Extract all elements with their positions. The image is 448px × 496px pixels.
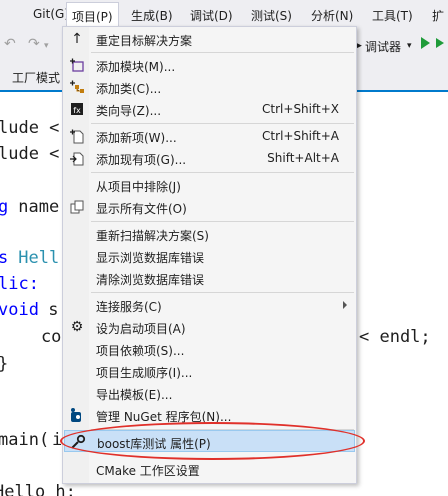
- code-hello-decl: Hello h;: [0, 482, 76, 496]
- menu-item-label: 重新扫描解决方案(S): [96, 229, 209, 243]
- show-all-files-icon: [69, 199, 85, 215]
- menu-analyze[interactable]: 分析(N): [311, 7, 353, 24]
- add-module-icon: [69, 57, 85, 73]
- menu-item-label: 添加现有项(G)...: [96, 153, 187, 167]
- menu-item-label: 重定目标解决方案: [96, 34, 193, 48]
- code-keyword-void: void: [0, 300, 39, 320]
- menu-item-clear-browse-db-errors[interactable]: 清除浏览数据库错误: [64, 267, 355, 289]
- code-keyword-public: lic:: [0, 274, 39, 294]
- menu-item-show-all-files[interactable]: 显示所有文件(O): [64, 196, 355, 218]
- menu-item-label: 设为启动项目(A): [96, 322, 186, 336]
- code-keyword-class: s: [0, 248, 9, 268]
- menu-item-project-dependencies[interactable]: 项目依赖项(S)...: [64, 338, 355, 360]
- menu-item-add-new-item[interactable]: 添加新项(W)... Ctrl+Shift+A: [64, 125, 355, 147]
- menu-item-retarget-solution[interactable]: ↑ 重定目标解决方案: [64, 28, 355, 50]
- menu-item-add-module[interactable]: 添加模块(M)...: [64, 54, 355, 76]
- menu-item-label: 类向导(Z)...: [96, 104, 162, 118]
- add-class-icon: [69, 79, 85, 95]
- menu-item-label: 添加新项(W)...: [96, 131, 177, 145]
- tab-factory-pattern[interactable]: 工厂模式: [12, 69, 60, 86]
- menu-item-shortcut: Shift+Alt+A: [267, 151, 339, 165]
- red-highlight-ellipse: [60, 422, 365, 460]
- up-arrow-icon: ↑: [71, 31, 83, 47]
- code-line-include-2: lude <: [0, 144, 60, 164]
- redo-icon[interactable]: ↷: [28, 36, 40, 52]
- menu-item-shortcut: Ctrl+Shift+X: [262, 102, 339, 116]
- menu-item-label: 连接服务(C): [96, 300, 162, 314]
- menu-item-label: 项目依赖项(S)...: [96, 344, 185, 358]
- code-cout: co: [0, 327, 62, 347]
- menu-item-project-build-order[interactable]: 项目生成顺序(I)...: [64, 360, 355, 382]
- code-class-name: Hell: [8, 248, 60, 268]
- code-line-include-1: lude <: [0, 118, 60, 138]
- undo-icon[interactable]: ↶: [4, 36, 16, 52]
- menu-separator: [91, 172, 354, 173]
- code-brace: }: [0, 354, 8, 374]
- menu-item-export-template[interactable]: 导出模板(E)...: [64, 382, 355, 404]
- menu-tools[interactable]: 工具(T): [372, 7, 413, 24]
- add-existing-item-icon: [69, 150, 85, 166]
- start-without-debugging-icon[interactable]: [436, 38, 444, 48]
- code-endl: < endl;: [359, 327, 431, 347]
- menu-item-exclude-from-project[interactable]: 从项目中排除(J): [64, 174, 355, 196]
- menu-item-label: 添加类(C)...: [96, 82, 162, 96]
- menu-separator: [91, 292, 354, 293]
- debugger-label[interactable]: 调试器: [365, 38, 401, 55]
- menu-item-cmake-workspace-settings[interactable]: CMake 工作区设置: [64, 458, 355, 480]
- menu-item-add-existing-item[interactable]: 添加现有项(G)... Shift+Alt+A: [64, 147, 355, 169]
- code-main: main(: [0, 430, 50, 450]
- submenu-arrow-icon: [343, 301, 347, 309]
- menu-item-label: 添加模块(M)...: [96, 60, 176, 74]
- debugger-dropdown-icon[interactable]: ▾: [407, 41, 412, 51]
- nuget-icon: [69, 407, 85, 423]
- menu-build[interactable]: 生成(B): [131, 7, 173, 24]
- menu-item-set-startup-project[interactable]: ⚙ 设为启动项目(A): [64, 316, 355, 338]
- menu-item-label: 导出模板(E)...: [96, 388, 173, 402]
- project-menu-dropdown: ↑ 重定目标解决方案 添加模块(M)... 添加类(C)... fx 类向导(Z…: [62, 26, 357, 484]
- menu-separator: [91, 221, 354, 222]
- menu-item-label: 项目生成顺序(I)...: [96, 366, 193, 380]
- menu-item-label: 从项目中排除(J): [96, 180, 181, 194]
- menu-git[interactable]: Git(G): [33, 7, 69, 21]
- code-keyword-namespace: g: [0, 197, 9, 217]
- menu-separator: [91, 52, 354, 53]
- code-method-name: s: [38, 300, 59, 320]
- menu-item-connected-services[interactable]: 连接服务(C): [64, 294, 355, 316]
- gear-icon: ⚙: [70, 319, 84, 335]
- redo-dropdown-icon[interactable]: ▾: [44, 41, 49, 51]
- menu-item-label: CMake 工作区设置: [96, 464, 200, 478]
- svg-text:fx: fx: [73, 106, 81, 115]
- menu-item-class-wizard[interactable]: fx 类向导(Z)... Ctrl+Shift+X: [64, 98, 355, 120]
- menu-item-add-class[interactable]: 添加类(C)...: [64, 76, 355, 98]
- menu-item-shortcut: Ctrl+Shift+A: [262, 129, 339, 143]
- menu-item-rescan-solution[interactable]: 重新扫描解决方案(S): [64, 223, 355, 245]
- start-debugging-icon[interactable]: [421, 37, 430, 49]
- menu-extensions[interactable]: 扩: [432, 7, 444, 24]
- menu-item-label: 显示所有文件(O): [96, 202, 187, 216]
- menu-separator: [91, 123, 354, 124]
- code-namespace-text: name: [8, 197, 60, 217]
- menu-item-show-browse-db-errors[interactable]: 显示浏览数据库错误: [64, 245, 355, 267]
- menu-test[interactable]: 测试(S): [251, 7, 292, 24]
- add-new-item-icon: [69, 128, 85, 144]
- menu-item-label: 清除浏览数据库错误: [96, 273, 205, 287]
- menu-item-label: 显示浏览数据库错误: [96, 251, 205, 265]
- menu-debug[interactable]: 调试(D): [190, 7, 233, 24]
- class-wizard-icon: fx: [69, 101, 85, 117]
